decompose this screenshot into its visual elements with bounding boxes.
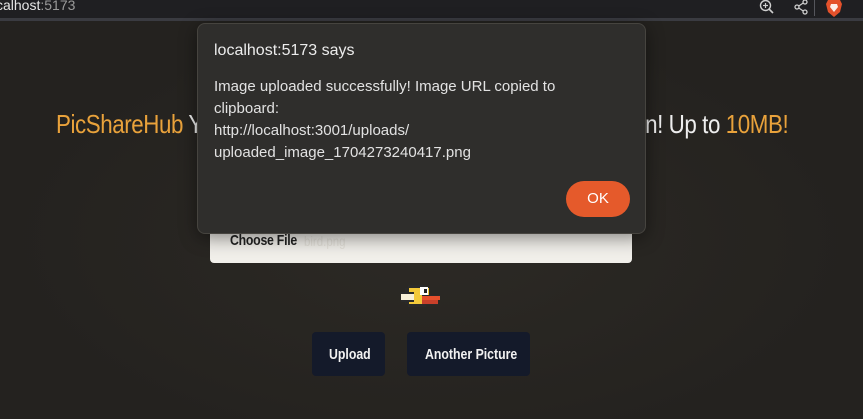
dialog-message-line: Image uploaded successfully! Image URL c… (214, 78, 556, 95)
another-picture-button[interactable]: Another Picture (407, 332, 530, 376)
address-bar[interactable]: calhost:5173 (0, 0, 75, 13)
zoom-icon[interactable] (759, 0, 775, 16)
brave-shield-icon[interactable] (825, 0, 843, 17)
choose-file-button[interactable]: Choose File (230, 232, 297, 249)
ok-button[interactable]: OK (566, 181, 630, 217)
size-limit: 10MB! (725, 109, 789, 139)
dialog-message: Image uploaded successfully! Image URL c… (214, 76, 634, 164)
hero-tail-text: n! Up to (645, 109, 726, 139)
url-port: :5173 (40, 0, 76, 13)
dialog-message-line: uploaded_image_1704273240417.png (214, 144, 471, 161)
browser-toolbar: calhost:5173 (0, 0, 863, 21)
brand-name: PicShareHub (56, 109, 184, 139)
upload-button[interactable]: Upload (312, 332, 385, 376)
bird-preview-image (400, 281, 442, 311)
hero-tail: n! Up to 10MB! (645, 109, 789, 140)
dialog-title: localhost:5173 says (214, 42, 355, 59)
url-host: calhost (0, 0, 41, 13)
dialog-message-line: http://localhost:3001/uploads/ (214, 122, 410, 139)
alert-dialog: localhost:5173 says Image uploaded succe… (197, 23, 646, 234)
upload-button-label: Upload (329, 346, 371, 363)
share-icon[interactable] (793, 0, 809, 16)
selected-file-name: bird.png (304, 233, 346, 249)
toolbar-divider (814, 0, 815, 16)
another-picture-button-label: Another Picture (425, 346, 518, 363)
dialog-message-line: clipboard: (214, 100, 280, 117)
